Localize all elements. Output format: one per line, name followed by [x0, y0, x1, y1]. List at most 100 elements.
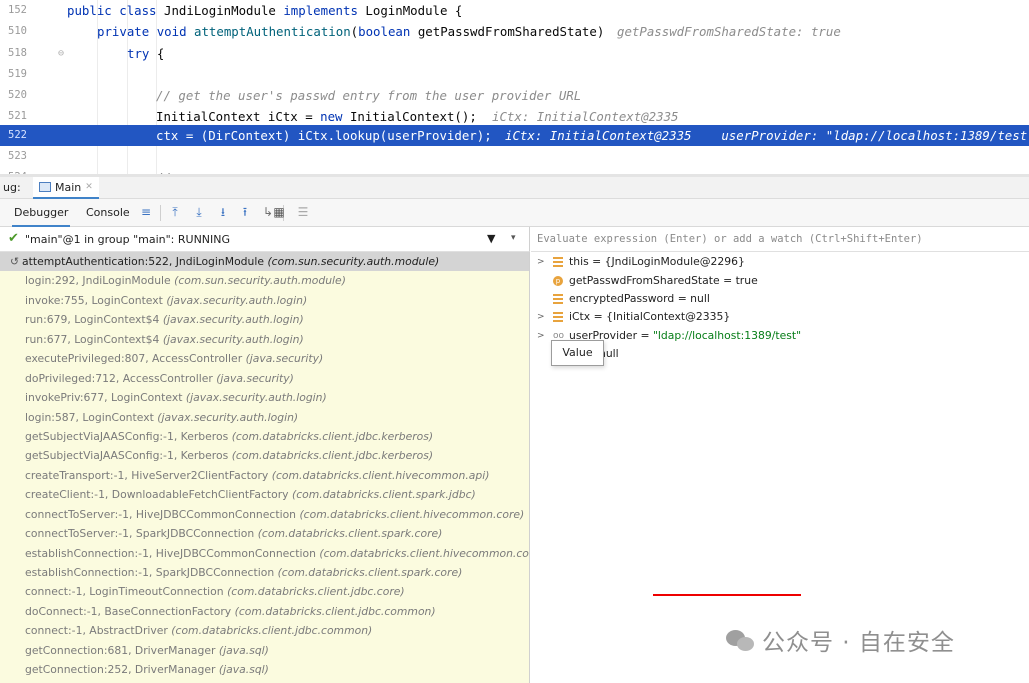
frame-package: (com.sun.security.auth.module) [174, 274, 346, 288]
code-line[interactable]: 524 // [0, 167, 1029, 174]
step-into-icon[interactable]: ⭳ [216, 205, 230, 219]
stack-frame[interactable]: doConnect:-1, BaseConnectionFactory (com… [0, 602, 529, 621]
code-line[interactable]: 152 public class JndiLoginModule implemen… [0, 0, 1029, 21]
stack-frame[interactable]: connectToServer:-1, SparkJDBCConnection … [0, 524, 529, 543]
frame-package: (java.security) [216, 371, 294, 385]
stack-frame[interactable]: connect:-1, LoginTimeoutConnection (com.… [0, 582, 529, 601]
frame-method: getConnection:681, DriverManager [25, 643, 216, 657]
expand-icon[interactable]: > [537, 327, 545, 345]
stack-frame[interactable]: doPrivileged:712, AccessController (java… [0, 369, 529, 388]
code-line[interactable]: 519 [0, 64, 1029, 85]
variable-row[interactable]: oonull [531, 345, 1029, 363]
code-line[interactable]: 510 private void attemptAuthentication(bo… [0, 21, 1029, 42]
close-icon[interactable]: ✕ [85, 182, 93, 192]
line-number[interactable]: 518 [8, 43, 48, 64]
variable-text: this = {JndiLoginModule@2296} [569, 253, 745, 271]
stack-frame[interactable]: invokePriv:677, LoginContext (javax.secu… [0, 388, 529, 407]
frame-package: (com.databricks.client.jdbc.kerberos) [231, 429, 434, 443]
frame-package: (java.security) [245, 352, 324, 366]
code-token: InitialContext iCtx = [156, 109, 321, 124]
frame-method: establishConnection:-1, HiveJDBCCommonCo… [25, 546, 316, 560]
tab-main[interactable]: Main ✕ [33, 177, 99, 199]
stack-frame[interactable]: getSubjectViaJAASConfig:-1, Kerberos (co… [0, 446, 529, 465]
stack-frame[interactable]: run:679, LoginContext$4 (javax.security.… [0, 310, 529, 329]
stack-frame[interactable]: getSubjectViaJAASConfig:-1, Kerberos (co… [0, 427, 529, 446]
chevron-down-icon[interactable]: ▾ [511, 233, 516, 243]
menu-icon[interactable]: ≡ [139, 205, 153, 219]
line-number[interactable]: 510 [8, 21, 48, 42]
frame-method: doPrivileged:712, AccessController [25, 371, 213, 385]
stack-frame[interactable]: connect:-1, AbstractDriver (com.databric… [0, 621, 529, 640]
debug-label: ug: [3, 181, 21, 194]
string-value: "ldap://localhost:1389/test" [652, 329, 802, 342]
field-icon [553, 257, 563, 267]
evaluate-expression-input[interactable]: Evaluate expression (Enter) or add a wat… [531, 227, 1029, 252]
frame-method: createClient:-1, DownloadableFetchClient… [25, 488, 289, 502]
line-number[interactable]: 521 [8, 106, 48, 127]
code-token: attemptAuthentication [194, 24, 351, 39]
code-line[interactable]: 520 // get the user's passwd entry from t… [0, 85, 1029, 106]
frame-method: executePrivileged:807, AccessController [25, 352, 243, 366]
frame-package: (com.databricks.client.jdbc.common) [171, 624, 373, 638]
stack-frame[interactable]: ↺ attemptAuthentication:522, JndiLoginMod… [0, 252, 529, 272]
stack-frame[interactable]: connectToServer:-1, HiveJDBCCommonConnec… [0, 505, 529, 524]
stack-frame[interactable]: establishConnection:-1, HiveJDBCCommonCo… [0, 544, 529, 563]
variable-row[interactable]: > oo userProvider = "ldap://localhost:1389… [531, 327, 1029, 345]
parameter-icon: p [553, 276, 563, 286]
code-token: getPasswdFromSharedState) [417, 24, 605, 39]
stack-frame[interactable]: login:292, JndiLoginModule (com.sun.secu… [0, 271, 529, 290]
tab-console[interactable]: Console [84, 199, 132, 227]
variable-row[interactable]: p getPasswdFromSharedState = true [531, 272, 1029, 290]
variable-name: this [569, 255, 589, 268]
code-token: LoginModule { [365, 3, 463, 18]
stack-frame[interactable]: getConnection:681, DriverManager (java.s… [0, 641, 529, 660]
line-number[interactable]: 519 [8, 64, 48, 85]
step-out-icon[interactable]: ⭱ [238, 205, 252, 219]
frame-method: createTransport:-1, HiveServer2ClientFac… [25, 468, 269, 482]
variable-text: getPasswdFromSharedState = true [569, 272, 758, 290]
tab-debugger[interactable]: Debugger [12, 199, 71, 227]
main-tab-label: Main [55, 180, 82, 194]
code-text: // [156, 167, 171, 174]
line-number[interactable]: 520 [8, 85, 48, 106]
code-line[interactable]: 522 ctx = (DirContext) iCtx.lookup(userPr… [0, 125, 1029, 146]
code-editor[interactable]: 152 public class JndiLoginModule implemen… [0, 0, 1029, 174]
stack-frame[interactable]: run:677, LoginContext$4 (javax.security.… [0, 330, 529, 349]
stack-frame[interactable]: invoke:755, LoginContext (javax.security… [0, 291, 529, 310]
line-number[interactable]: 152 [8, 0, 48, 21]
code-line[interactable]: 523 [0, 146, 1029, 167]
frame-method: doConnect:-1, BaseConnectionFactory [25, 604, 232, 618]
stack-frame[interactable]: establishConnection:-1, SparkJDBCConnect… [0, 563, 529, 582]
code-line[interactable]: 521 InitialContext iCtx = new InitialCont… [0, 106, 1029, 127]
frame-package: (com.databricks.client.hivecommon.core [319, 546, 530, 560]
stack-frame[interactable]: createClient:-1, DownloadableFetchClient… [0, 485, 529, 504]
stack-frame[interactable]: createTransport:-1, HiveServer2ClientFac… [0, 466, 529, 485]
stack-frame[interactable]: executePrivileged:807, AccessController … [0, 349, 529, 368]
line-number[interactable]: 522 [8, 125, 48, 146]
step-over-icon[interactable]: ⤓ [192, 205, 206, 219]
stack-frame[interactable]: getConnection:252, DriverManager (java.s… [0, 660, 529, 679]
expand-icon[interactable]: > [537, 308, 545, 326]
code-token: ( [350, 24, 359, 39]
frame-package: (com.databricks.client.spark.core) [257, 527, 443, 541]
fold-icon[interactable]: ⊖ [58, 43, 64, 64]
variable-row[interactable]: encryptedPassword = null [531, 290, 1029, 308]
debugger-toolbar: Debugger Console ≡ ⤒ ⤓ ⭳ ⭱ ↳ ▦ ☰ [0, 199, 1029, 227]
trace-icon[interactable]: ☰ [296, 205, 310, 219]
line-number[interactable]: 524 [8, 167, 48, 174]
variable-row[interactable]: > iCtx = {InitialContext@2335} [531, 308, 1029, 326]
stack-frames-list: ↺ attemptAuthentication:522, JndiLoginMod… [0, 252, 530, 683]
filter-icon[interactable]: ▼ [487, 232, 495, 245]
line-number[interactable]: 523 [8, 146, 48, 167]
variable-name: iCtx [569, 310, 591, 323]
red-underline [653, 594, 801, 596]
stack-frame[interactable]: login:587, LoginContext (javax.security.… [0, 408, 529, 427]
code-line[interactable]: 518 ⊖ try { [0, 43, 1029, 64]
show-execution-point-icon[interactable]: ⤒ [168, 205, 182, 219]
expand-icon[interactable]: > [537, 253, 545, 271]
code-token: void [156, 24, 194, 39]
frame-method: login:587, LoginContext [25, 410, 154, 424]
thread-selector[interactable]: ✔ "main"@1 in group "main": RUNNING ▼ ▾ [0, 227, 530, 252]
variable-row[interactable]: > this = {JndiLoginModule@2296} [531, 253, 1029, 271]
evaluate-expression-icon[interactable]: ▦ [272, 205, 286, 219]
